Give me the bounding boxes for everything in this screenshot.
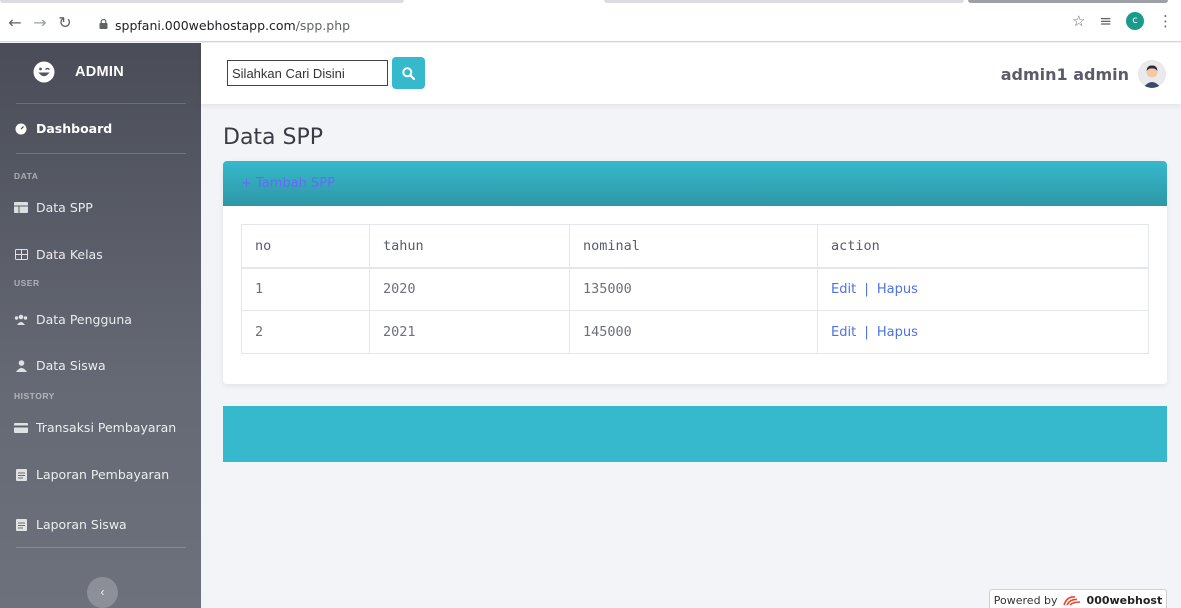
address-bar[interactable]: sppfani.000webhostapp.com/spp.php (115, 18, 350, 33)
sidebar-item-laporan-siswa[interactable]: Laporan Siswa (14, 517, 127, 532)
reload-icon[interactable]: ↻ (56, 14, 74, 32)
column-header-action: action (817, 224, 1149, 269)
credit-card-icon (14, 422, 28, 434)
table-icon (14, 249, 28, 261)
sidebar-item-label: Dashboard (36, 121, 113, 136)
cell-no: 2 (241, 310, 370, 354)
sidebar: ADMIN Dashboard DATA Data SPP Data Kelas… (0, 43, 201, 608)
sidebar-item-label: Data Kelas (36, 247, 103, 262)
sidebar-item-label: Laporan Siswa (36, 517, 127, 532)
cell-action: Edit | Hapus (817, 310, 1149, 354)
data-card: + Tambah SPP no tahun nominal action 1 2… (223, 161, 1167, 384)
cell-nominal: 135000 (569, 267, 818, 311)
file-icon (14, 518, 28, 531)
sidebar-item-label: Data Siswa (36, 358, 106, 373)
lock-icon (99, 19, 108, 29)
avatar (1138, 60, 1166, 88)
users-icon (14, 314, 28, 326)
tab-strip (0, 0, 1181, 4)
webhost-logo-icon (1062, 596, 1080, 606)
action-separator: | (864, 325, 869, 340)
user-avatar-icon (1138, 60, 1166, 88)
search-button[interactable] (392, 57, 425, 89)
user-name: admin1 admin (1000, 64, 1129, 84)
media-queue-icon[interactable]: ≡ (1099, 12, 1112, 30)
powered-by-label: Powered by (993, 593, 1058, 607)
forward-arrow-icon[interactable]: → (31, 14, 49, 32)
url-host: sppfani.000webhostapp.com (115, 18, 296, 33)
cell-tahun: 2021 (369, 310, 570, 354)
sidebar-item-data-pengguna[interactable]: Data Pengguna (14, 312, 132, 327)
sidebar-item-label: Laporan Pembayaran (36, 467, 170, 482)
column-header-no: no (241, 224, 370, 269)
sidebar-divider (16, 547, 186, 548)
powered-by-badge[interactable]: Powered by 000webhost (989, 589, 1167, 608)
browser-chrome: ← → ↻ sppfani.000webhostapp.com/spp.php … (0, 0, 1181, 42)
sidebar-toggle-button[interactable]: ‹ (87, 577, 118, 608)
add-spp-link[interactable]: + Tambah SPP (241, 176, 335, 191)
search-icon (402, 66, 415, 80)
table-header-row: no tahun nominal action (241, 224, 1149, 269)
cell-action: Edit | Hapus (817, 267, 1149, 311)
cell-tahun: 2020 (369, 267, 570, 311)
column-header-tahun: tahun (369, 224, 570, 269)
sidebar-item-data-kelas[interactable]: Data Kelas (14, 247, 103, 262)
column-header-nominal: nominal (569, 224, 818, 269)
tachometer-icon (14, 123, 28, 135)
back-arrow-icon[interactable]: ← (6, 14, 24, 32)
url-path: /spp.php (295, 18, 351, 33)
sidebar-item-label: Data Pengguna (36, 312, 132, 327)
table-row: 1 2020 135000 Edit | Hapus (241, 267, 1149, 311)
sidebar-divider (16, 103, 186, 104)
user-menu[interactable]: admin1 admin (1001, 60, 1166, 88)
sidebar-divider (16, 153, 186, 154)
edit-link[interactable]: Edit (831, 282, 856, 297)
footer-band (223, 406, 1167, 462)
hapus-link[interactable]: Hapus (877, 325, 918, 340)
sidebar-item-dashboard[interactable]: Dashboard (14, 121, 112, 136)
sidebar-item-data-siswa[interactable]: Data Siswa (14, 358, 106, 373)
file-icon (14, 468, 28, 481)
page-title: Data SPP (223, 125, 324, 150)
action-separator: | (864, 282, 869, 298)
table-row: 2 2021 145000 Edit | Hapus (241, 310, 1149, 354)
edit-link[interactable]: Edit (831, 325, 856, 340)
spp-table: no tahun nominal action 1 2020 135000 Ed… (241, 224, 1149, 354)
sidebar-heading-history: HISTORY (14, 391, 55, 401)
sidebar-item-label: Data SPP (36, 200, 93, 215)
cell-no: 1 (241, 267, 370, 311)
profile-avatar[interactable]: c (1126, 12, 1144, 30)
browser-actions: ☆ ≡ c ⋮ (1072, 12, 1173, 30)
sidebar-item-transaksi[interactable]: Transaksi Pembayaran (14, 420, 176, 435)
brand-title: ADMIN (75, 64, 125, 80)
user-icon (14, 359, 28, 372)
sidebar-heading-data: DATA (14, 171, 39, 181)
sidebar-item-data-spp[interactable]: Data SPP (14, 200, 93, 215)
table-icon (14, 202, 28, 214)
sidebar-brand[interactable]: ADMIN (0, 43, 201, 101)
search-input[interactable] (227, 60, 388, 86)
sidebar-item-label: Transaksi Pembayaran (36, 420, 177, 435)
cell-nominal: 145000 (569, 310, 818, 354)
hapus-link[interactable]: Hapus (877, 282, 918, 297)
kebab-menu-icon[interactable]: ⋮ (1158, 12, 1173, 30)
powered-by-brand: 000webhost (1086, 593, 1163, 607)
star-icon[interactable]: ☆ (1072, 12, 1085, 30)
laugh-wink-icon (33, 61, 55, 83)
card-header: + Tambah SPP (223, 161, 1167, 206)
topbar: admin1 admin (201, 43, 1181, 104)
sidebar-heading-user: USER (14, 278, 40, 288)
sidebar-item-laporan-pembayaran[interactable]: Laporan Pembayaran (14, 467, 169, 482)
